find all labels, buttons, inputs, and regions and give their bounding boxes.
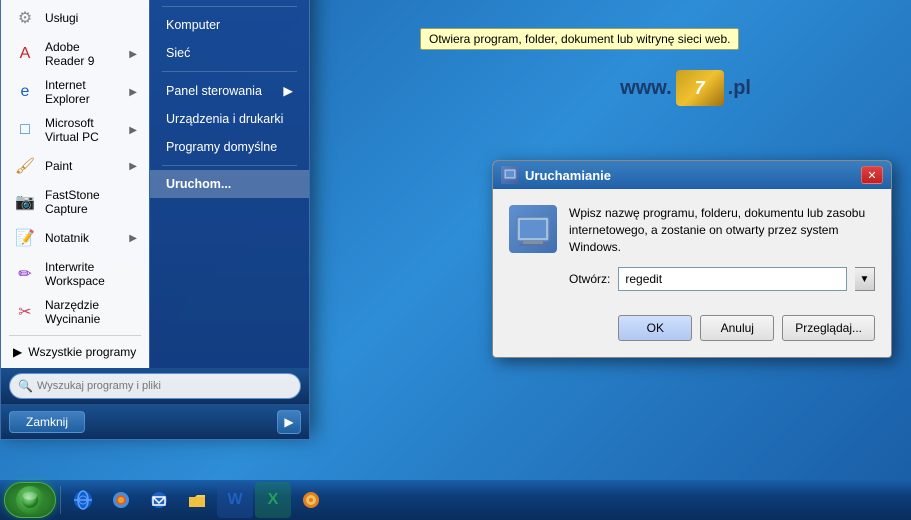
right-menu-panel[interactable]: Panel sterowania ▶ — [150, 76, 309, 105]
right-menu-uruchom[interactable]: Uruchom... — [150, 170, 309, 198]
menu-item-adobe[interactable]: A Adobe Reader 9 ▶ — [1, 35, 149, 73]
all-programs-arrow: ▶ — [13, 345, 22, 359]
adobe-icon: A — [13, 42, 37, 66]
close-button[interactable]: Zamknij — [9, 411, 85, 433]
taskbar-word[interactable]: W — [217, 482, 253, 518]
right-divider-3 — [162, 71, 297, 72]
ie-arrow: ▶ — [129, 87, 137, 98]
menu-item-paint[interactable]: 🖌 Paint ▶ — [1, 149, 149, 183]
start-menu-right: Luk Dokumenty Obrazy Muzyka Komputer Sie… — [149, 0, 309, 368]
dialog-open-label: Otwórz: — [569, 272, 610, 286]
interwrite-label: Interwrite Workspace — [45, 260, 137, 288]
watermark: www. 7 .pl — [620, 70, 751, 106]
ok-button[interactable]: OK — [618, 315, 692, 341]
search-container[interactable]: 🔍 — [9, 373, 301, 399]
paint-label: Paint — [45, 159, 121, 173]
faststone-icon: 📷 — [13, 190, 37, 214]
taskbar: W X — [0, 480, 911, 520]
menu-item-notatnik[interactable]: 📝 Notatnik ▶ — [1, 221, 149, 255]
tooltip: Otwiera program, folder, dokument lub wi… — [420, 28, 739, 50]
watermark-prefix: www. — [620, 77, 671, 100]
watermark-suffix: .pl — [728, 77, 751, 100]
right-menu-muzyka[interactable]: Muzyka — [150, 0, 309, 2]
right-menu-urzadzenia[interactable]: Urządzenia i drukarki — [150, 105, 309, 133]
taskbar-thunderbird[interactable] — [141, 482, 177, 518]
ie-label: Internet Explorer — [45, 78, 121, 106]
paint-arrow: ▶ — [129, 161, 137, 172]
lock-button[interactable]: ▶ — [277, 410, 301, 434]
paint-icon: 🖌 — [13, 154, 37, 178]
dialog-footer: OK Anuluj Przeglądaj... — [493, 307, 891, 357]
dialog-input-row: Otwórz: ▼ — [569, 267, 875, 291]
uslugi-icon: ⚙ — [13, 6, 37, 30]
menu-item-virtualpc[interactable]: □ Microsoft Virtual PC ▶ — [1, 111, 149, 149]
panel-arrow: ▶ — [283, 83, 293, 98]
excel-letter: X — [268, 491, 279, 509]
dialog-description: Wpisz nazwę programu, folderu, dokumentu… — [569, 205, 875, 255]
narzedzie-label: Narzędzie Wycinanie — [45, 298, 137, 326]
taskbar-paint-prog[interactable] — [293, 482, 329, 518]
taskbar-excel[interactable]: X — [255, 482, 291, 518]
browse-button[interactable]: Przeglądaj... — [782, 315, 875, 341]
dialog-input-field[interactable] — [618, 267, 847, 291]
right-menu-siec[interactable]: Sieć — [150, 39, 309, 67]
menu-item-interwrite[interactable]: ✏ Interwrite Workspace — [1, 255, 149, 293]
all-programs-label: Wszystkie programy — [28, 345, 136, 359]
virtualpc-arrow: ▶ — [129, 125, 137, 136]
search-magnifier-icon: 🔍 — [18, 379, 33, 393]
faststone-label: FastStone Capture — [45, 188, 137, 216]
start-menu-content: ★ EVEREST Ultimate Edition 🔒 TrueCrypt P… — [1, 0, 309, 368]
notatnik-label: Notatnik — [45, 231, 121, 245]
notatnik-icon: 📝 — [13, 226, 37, 250]
start-button[interactable] — [4, 482, 56, 518]
virtualpc-icon: □ — [13, 118, 37, 142]
taskbar-separator-1 — [60, 486, 61, 514]
start-menu-left: ★ EVEREST Ultimate Edition 🔒 TrueCrypt P… — [1, 0, 149, 368]
run-dialog: Uruchamianie ✕ Wpisz nazwę programu, fol… — [492, 160, 892, 358]
dialog-close-button[interactable]: ✕ — [861, 166, 883, 184]
cancel-button[interactable]: Anuluj — [700, 315, 774, 341]
dialog-body: Wpisz nazwę programu, folderu, dokumentu… — [493, 189, 891, 307]
taskbar-firefox[interactable] — [103, 482, 139, 518]
dialog-run-icon — [509, 205, 557, 253]
dialog-dropdown-arrow[interactable]: ▼ — [855, 267, 875, 291]
dialog-text-area: Wpisz nazwę programu, folderu, dokumentu… — [569, 205, 875, 291]
adobe-arrow: ▶ — [129, 49, 137, 60]
menu-divider — [9, 335, 141, 336]
right-menu-komputer[interactable]: Komputer — [150, 11, 309, 39]
start-menu-close-area: Zamknij ▶ — [1, 404, 309, 439]
desktop: www. 7 .pl ★ EVEREST Ultimate Edition 🔒 … — [0, 0, 911, 480]
all-programs-button[interactable]: ▶ Wszystkie programy — [1, 340, 149, 364]
menu-item-faststone[interactable]: 📷 FastStone Capture — [1, 183, 149, 221]
narzedzie-icon: ✂ — [13, 300, 37, 324]
dialog-title-icon — [501, 166, 519, 184]
taskbar-ie[interactable] — [65, 482, 101, 518]
start-menu-footer: 🔍 — [1, 368, 309, 404]
dialog-title-left: Uruchamianie — [501, 166, 611, 184]
adobe-label: Adobe Reader 9 — [45, 40, 121, 68]
right-menu-programy[interactable]: Programy domyślne — [150, 133, 309, 161]
dialog-titlebar: Uruchamianie ✕ — [493, 161, 891, 189]
menu-item-uslugi[interactable]: ⚙ Usługi — [1, 1, 149, 35]
dialog-title-text: Uruchamianie — [525, 168, 611, 183]
virtualpc-label: Microsoft Virtual PC — [45, 116, 121, 144]
ie-icon: e — [13, 80, 37, 104]
start-orb — [16, 486, 44, 514]
search-input[interactable] — [37, 380, 292, 392]
word-letter: W — [227, 491, 242, 509]
taskbar-folder[interactable] — [179, 482, 215, 518]
right-divider-4 — [162, 165, 297, 166]
menu-item-ie[interactable]: e Internet Explorer ▶ — [1, 73, 149, 111]
menu-item-narzedzie[interactable]: ✂ Narzędzie Wycinanie — [1, 293, 149, 331]
panel-label: Panel sterowania — [166, 84, 262, 98]
right-divider-2 — [162, 6, 297, 7]
start-menu: ★ EVEREST Ultimate Edition 🔒 TrueCrypt P… — [0, 0, 310, 440]
interwrite-icon: ✏ — [13, 262, 37, 286]
notatnik-arrow: ▶ — [129, 233, 137, 244]
dialog-controls: ✕ — [861, 166, 883, 184]
watermark-logo: 7 — [676, 70, 724, 106]
uslugi-label: Usługi — [45, 11, 137, 25]
